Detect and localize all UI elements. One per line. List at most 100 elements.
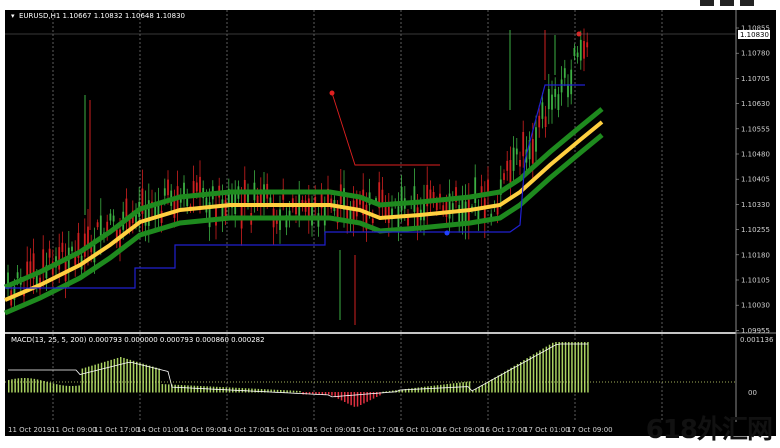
macd-bar bbox=[59, 384, 61, 393]
expand-triangle-icon[interactable]: ▾ bbox=[11, 12, 15, 20]
time-label: 15 Oct 09:00 bbox=[309, 426, 355, 434]
macd-bar bbox=[456, 382, 458, 393]
macd-bar bbox=[433, 385, 436, 393]
close-button[interactable] bbox=[740, 0, 754, 6]
macd-bar bbox=[91, 365, 93, 393]
macd-bar bbox=[449, 383, 452, 393]
candle-body bbox=[586, 42, 589, 48]
macd-bar bbox=[161, 384, 164, 393]
price-label: 1.10555 bbox=[741, 125, 770, 133]
main-chart-area[interactable] bbox=[5, 10, 736, 332]
candle-body bbox=[583, 41, 585, 59]
minimize-button[interactable] bbox=[700, 0, 714, 6]
candle-body bbox=[503, 173, 505, 180]
macd-bar bbox=[120, 357, 122, 393]
macd-bar bbox=[104, 361, 106, 393]
macd-bar bbox=[568, 342, 570, 393]
time-label: 16 Oct 09:00 bbox=[438, 426, 484, 434]
macd-bar bbox=[424, 386, 426, 393]
candle-body bbox=[563, 68, 566, 78]
candle-body bbox=[515, 148, 518, 155]
chart-canvas[interactable]: 1.108551.107801.107051.106301.105551.104… bbox=[0, 0, 780, 448]
macd-bar bbox=[136, 361, 138, 393]
macd-bar bbox=[113, 358, 116, 393]
macd-bar bbox=[296, 390, 298, 393]
macd-bar bbox=[452, 383, 455, 393]
maximize-button[interactable] bbox=[720, 0, 734, 6]
macd-bar bbox=[177, 384, 180, 393]
candle-body bbox=[167, 179, 169, 196]
macd-axis-top: 0.001136 bbox=[740, 336, 774, 344]
macd-bar bbox=[248, 388, 250, 393]
candle-body bbox=[99, 215, 102, 238]
macd-bar bbox=[148, 365, 151, 393]
macd-bar bbox=[72, 385, 74, 393]
macd-bar bbox=[65, 385, 68, 393]
candle-body bbox=[554, 88, 557, 97]
candle-body bbox=[544, 116, 547, 128]
time-axis: 11 Oct 2019 11 Oct 09:0011 Oct 17:0014 Oc… bbox=[8, 426, 613, 434]
candle-body bbox=[519, 159, 521, 167]
macd-bar bbox=[558, 342, 560, 393]
macd-bar bbox=[81, 368, 84, 393]
candle-body bbox=[570, 69, 573, 95]
macd-bar bbox=[100, 362, 103, 393]
candle-body bbox=[506, 160, 509, 171]
macd-bar bbox=[542, 348, 544, 393]
macd-bar bbox=[462, 382, 464, 393]
macd-bar bbox=[584, 342, 586, 393]
candle-body bbox=[61, 242, 64, 252]
price-label: 1.10105 bbox=[741, 277, 770, 285]
macd-bar bbox=[414, 387, 416, 393]
macd-bar bbox=[97, 363, 100, 393]
macd-bar bbox=[292, 390, 295, 393]
candle-body bbox=[269, 197, 272, 204]
macd-bar bbox=[299, 390, 301, 393]
macd-bar bbox=[43, 380, 45, 393]
time-label: 17 Oct 01:00 bbox=[524, 426, 570, 434]
macd-bar bbox=[17, 378, 20, 393]
candle-body bbox=[509, 160, 512, 185]
macd-bar bbox=[507, 369, 509, 393]
macd-bar bbox=[379, 392, 381, 396]
candle-body bbox=[163, 188, 166, 196]
macd-bar bbox=[286, 390, 288, 393]
candle-body bbox=[96, 222, 99, 228]
macd-bar bbox=[555, 342, 557, 393]
macd-bar bbox=[129, 359, 132, 393]
price-label: 1.10405 bbox=[741, 176, 770, 184]
macd-bar bbox=[168, 384, 170, 393]
macd-bar bbox=[328, 392, 330, 395]
macd-bar bbox=[56, 384, 58, 393]
price-label: 1.10780 bbox=[741, 50, 770, 58]
macd-bar bbox=[116, 357, 119, 393]
price-label: 1.10705 bbox=[741, 75, 770, 83]
macd-bar bbox=[459, 382, 461, 393]
macd-bar bbox=[110, 359, 112, 393]
macd-label: MACD(13, 25, 5, 200) 0.000793 0.000000 0… bbox=[11, 336, 265, 344]
price-label: 1.10480 bbox=[741, 151, 770, 159]
macd-bar bbox=[532, 354, 535, 393]
macd-bar bbox=[443, 384, 445, 393]
candle-body bbox=[579, 39, 582, 61]
time-label: 16 Oct 01:00 bbox=[395, 426, 441, 434]
macd-bar bbox=[200, 386, 202, 393]
macd-bar bbox=[577, 342, 580, 393]
time-label: 11 Oct 17:00 bbox=[94, 426, 140, 434]
candle-body bbox=[522, 132, 525, 157]
macd-bar bbox=[257, 388, 260, 393]
price-label: 1.10255 bbox=[741, 226, 770, 234]
macd-bar bbox=[27, 378, 29, 393]
candle-body bbox=[387, 206, 390, 224]
macd-bar bbox=[289, 390, 292, 393]
candle-body bbox=[83, 233, 86, 257]
macd-bar bbox=[94, 364, 96, 393]
macd-bar bbox=[468, 381, 471, 393]
macd-bar bbox=[478, 386, 480, 393]
macd-bar bbox=[84, 367, 87, 393]
price-label: 1.10180 bbox=[741, 251, 770, 259]
macd-bar bbox=[46, 381, 48, 393]
time-label: 11 Oct 09:00 bbox=[51, 426, 97, 434]
macd-bar bbox=[436, 385, 439, 393]
macd-bar bbox=[536, 352, 538, 393]
